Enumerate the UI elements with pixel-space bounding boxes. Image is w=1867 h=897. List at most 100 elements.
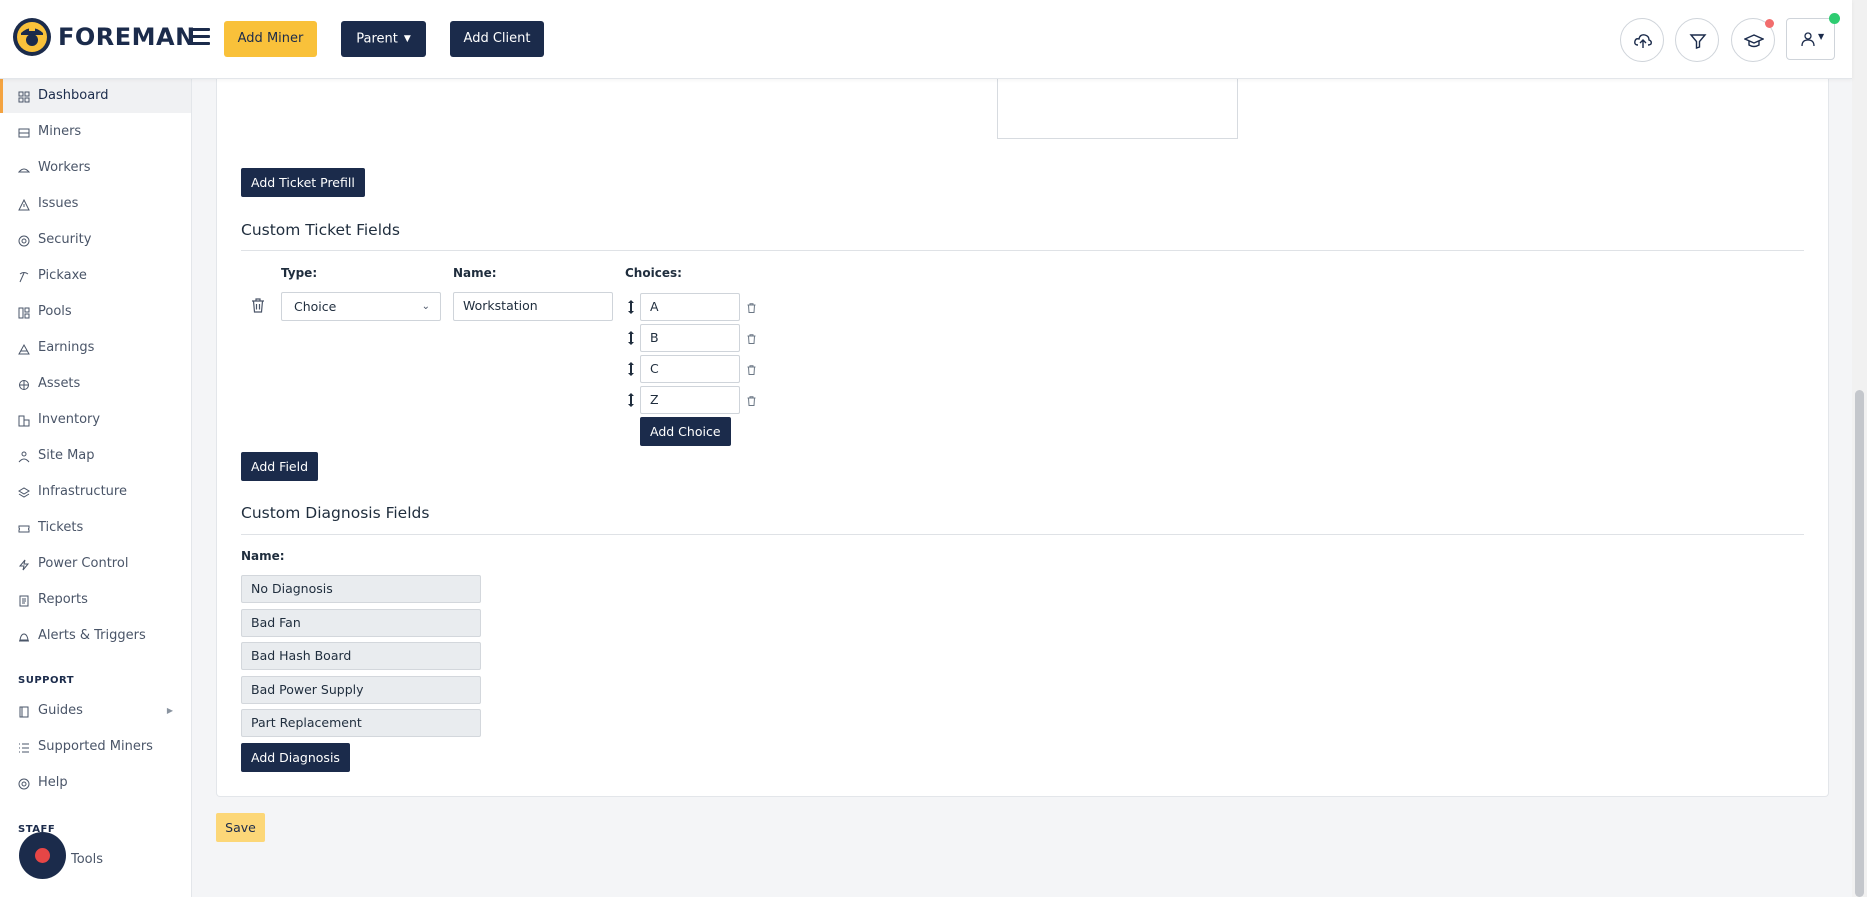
choices-label: Choices: xyxy=(625,266,682,280)
sidebar-item-inventory[interactable]: Inventory xyxy=(0,403,191,437)
add-client-button[interactable]: Add Client xyxy=(450,21,544,57)
sidebar-item-supported-miners[interactable]: Supported Miners xyxy=(0,730,191,764)
add-client-label: Add Client xyxy=(463,31,531,46)
site-map-icon xyxy=(18,451,30,463)
sidebar-item-label: Supported Miners xyxy=(38,739,153,754)
ticket-icon xyxy=(18,525,30,533)
sidebar-item-label: Tools xyxy=(71,852,104,867)
sidebar-item-miners[interactable]: Miners xyxy=(0,115,191,149)
drag-handle-icon[interactable] xyxy=(627,331,635,345)
chevron-down-icon: ⌄ xyxy=(421,301,430,312)
divider xyxy=(241,250,1804,251)
add-field-button[interactable]: Add Field xyxy=(241,452,319,481)
sidebar-item-security[interactable]: Security xyxy=(0,223,191,257)
earnings-icon xyxy=(18,343,30,355)
add-choice-button[interactable]: Add Choice xyxy=(640,417,731,446)
sidebar-item-label: Earnings xyxy=(38,340,95,355)
drag-handle-icon[interactable] xyxy=(627,393,635,407)
brand-name[interactable]: FOREMAN xyxy=(58,22,196,52)
miners-icon xyxy=(18,128,30,138)
sidebar-item-label: Tickets xyxy=(38,520,84,535)
sidebar-item-label: Assets xyxy=(38,376,81,391)
name-label: Name: xyxy=(453,266,497,280)
assets-icon xyxy=(19,380,29,390)
sidebar-item-label: Pools xyxy=(38,304,72,319)
layers-icon xyxy=(18,487,30,498)
scrollbar-thumb[interactable] xyxy=(1855,390,1864,897)
bolt-icon xyxy=(18,559,30,571)
sidebar-item-issues[interactable]: Issues xyxy=(0,187,191,221)
add-diagnosis-button[interactable]: Add Diagnosis xyxy=(241,743,350,772)
sidebar-item-pickaxe[interactable]: Pickaxe xyxy=(0,259,191,293)
sidebar-item-assets[interactable]: Assets xyxy=(0,367,191,401)
sidebar-item-pools[interactable]: Pools xyxy=(0,295,191,329)
filter-button[interactable] xyxy=(1675,18,1719,62)
sidebar-item-tickets[interactable]: Tickets xyxy=(0,511,191,545)
upload-button[interactable] xyxy=(1620,18,1664,62)
delete-choice-trash-icon[interactable] xyxy=(747,334,756,344)
add-miner-button[interactable]: Add Miner xyxy=(224,21,317,57)
choice-input[interactable]: Z xyxy=(640,386,740,414)
diagnosis-name-field: Part Replacement xyxy=(241,709,481,737)
sidebar-item-label: Infrastructure xyxy=(38,484,127,499)
add-ticket-prefill-button[interactable]: Add Ticket Prefill xyxy=(241,168,365,197)
custom-ticket-fields-title: Custom Ticket Fields xyxy=(241,221,400,239)
sidebar-item-workers[interactable]: Workers xyxy=(0,151,191,185)
delete-choice-trash-icon[interactable] xyxy=(747,396,756,406)
diagnosis-name-field: No Diagnosis xyxy=(241,575,481,603)
save-button[interactable]: Save xyxy=(216,813,265,842)
user-menu-button[interactable]: ▼ xyxy=(1786,13,1840,60)
sidebar-item-earnings[interactable]: Earnings xyxy=(0,331,191,365)
custom-diagnosis-fields-title: Custom Diagnosis Fields xyxy=(241,504,430,522)
foreman-logo-icon[interactable] xyxy=(12,17,52,57)
sidebar-item-guides[interactable]: Guides ▶ xyxy=(0,694,191,728)
delete-field-trash-icon[interactable] xyxy=(251,298,265,313)
add-miner-label: Add Miner xyxy=(237,31,304,46)
sidebar-item-label: Guides xyxy=(38,703,83,718)
choice-input[interactable]: A xyxy=(640,293,740,321)
choice-input[interactable]: C xyxy=(640,355,740,383)
sidebar-item-label: Help xyxy=(38,775,68,790)
sidebar-item-power-control[interactable]: Power Control xyxy=(0,547,191,581)
menu-toggle-icon[interactable] xyxy=(190,28,210,46)
sidebar-item-label: Site Map xyxy=(38,448,95,463)
shield-icon xyxy=(18,235,30,247)
pools-icon xyxy=(18,307,30,319)
sidebar-item-help[interactable]: Help xyxy=(0,766,191,800)
sidebar-item-dashboard[interactable]: Dashboard xyxy=(0,79,191,113)
parent-dropdown-button[interactable]: Parent ▼ xyxy=(341,21,426,57)
delete-choice-trash-icon[interactable] xyxy=(747,365,756,375)
book-icon xyxy=(19,706,29,718)
user-icon xyxy=(1801,32,1815,47)
divider xyxy=(241,534,1804,535)
sidebar-item-label: Workers xyxy=(38,160,91,175)
sidebar-item-infrastructure[interactable]: Infrastructure xyxy=(0,475,191,509)
sidebar-item-label: Security xyxy=(38,232,92,247)
drag-handle-icon[interactable] xyxy=(627,300,635,314)
sidebar-item-reports[interactable]: Reports xyxy=(0,583,191,617)
field-type-select[interactable]: Choice ⌄ xyxy=(281,292,441,321)
delete-choice-trash-icon[interactable] xyxy=(747,303,756,313)
field-name-input[interactable]: Workstation xyxy=(453,292,613,321)
pickaxe-icon xyxy=(19,272,29,283)
learning-button[interactable] xyxy=(1731,18,1775,62)
sidebar-item-label: Power Control xyxy=(38,556,129,571)
list-icon xyxy=(19,743,29,753)
record-icon xyxy=(35,848,50,863)
sidebar-item-alerts-triggers[interactable]: Alerts & Triggers xyxy=(0,619,191,653)
sidebar-item-label: Issues xyxy=(38,196,79,211)
parent-label: Parent xyxy=(356,31,398,47)
drag-handle-icon[interactable] xyxy=(627,362,635,376)
sidebar-item-site-map[interactable]: Site Map xyxy=(0,439,191,473)
choice-input[interactable]: B xyxy=(640,324,740,352)
type-label: Type: xyxy=(281,266,318,280)
cloud-upload-icon xyxy=(1634,34,1652,48)
ticket-prefill-textarea[interactable] xyxy=(997,79,1238,139)
notification-dot xyxy=(1765,19,1774,28)
field-type-value: Choice xyxy=(294,299,337,314)
caret-down-icon: ▼ xyxy=(403,34,411,44)
top-header: FOREMAN Add Miner Parent ▼ Add Client ▼ xyxy=(0,0,1852,79)
record-button[interactable] xyxy=(19,832,66,879)
sidebar-item-label: Miners xyxy=(38,124,82,139)
warning-icon xyxy=(18,199,30,211)
